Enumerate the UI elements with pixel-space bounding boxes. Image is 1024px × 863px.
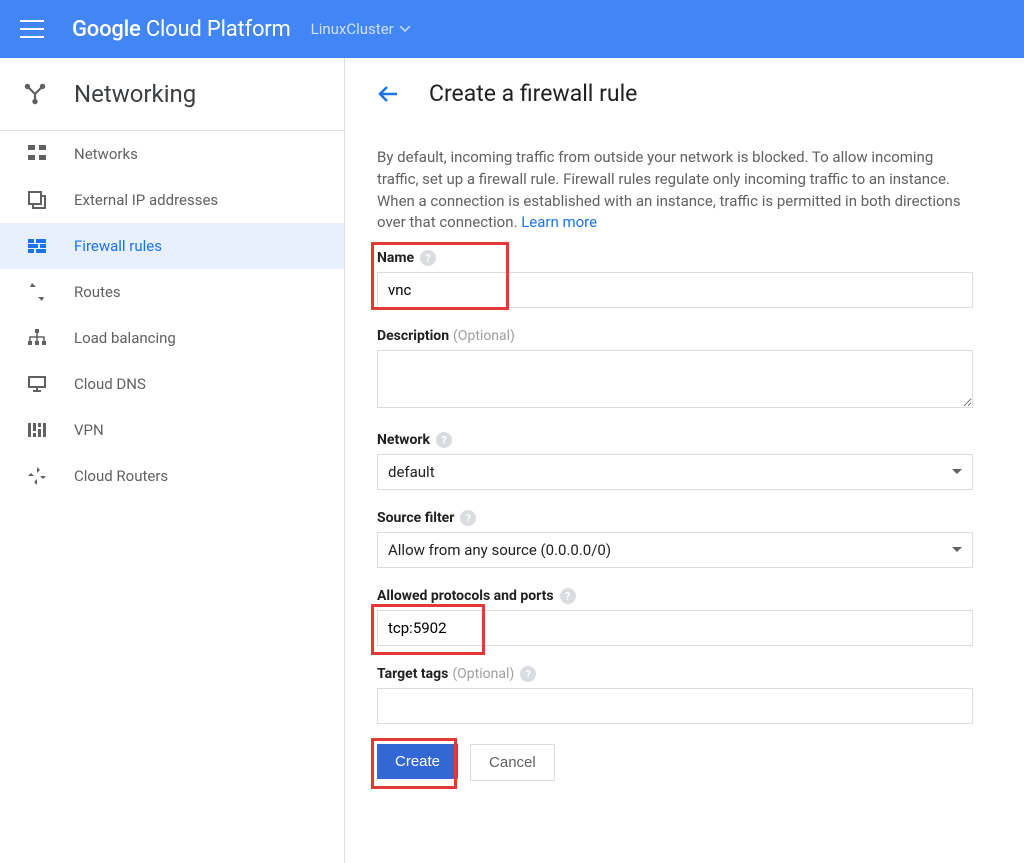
network-select[interactable]: default: [377, 454, 973, 490]
learn-more-link[interactable]: Learn more: [521, 213, 597, 231]
project-name: LinuxCluster: [311, 20, 394, 38]
help-icon[interactable]: ?: [560, 588, 576, 604]
source-filter-select[interactable]: Allow from any source (0.0.0.0/0): [377, 532, 973, 568]
top-app-bar: Google Google Cloud PlatformCloud Platfo…: [0, 0, 1024, 58]
vpn-icon: [22, 423, 52, 437]
sidebar-section-header: Networking: [0, 58, 344, 131]
sidebar-item-routes[interactable]: Routes: [0, 269, 344, 315]
chevron-down-icon: [952, 547, 962, 553]
sidebar-item-label: Cloud Routers: [74, 467, 168, 485]
cancel-button[interactable]: Cancel: [470, 744, 555, 781]
sidebar-item-cloud-routers[interactable]: Cloud Routers: [0, 453, 344, 499]
networks-icon: [22, 145, 52, 163]
help-icon[interactable]: ?: [520, 666, 536, 682]
intro-body: By default, incoming traffic from outsid…: [377, 148, 961, 231]
network-label: Network ?: [377, 432, 973, 448]
networking-icon: [22, 81, 52, 107]
sidebar-item-load-balancing[interactable]: Load balancing: [0, 315, 344, 361]
chevron-down-icon: [400, 26, 410, 32]
sidebar-item-label: Routes: [74, 283, 121, 301]
network-value: default: [388, 463, 435, 481]
cloud-routers-icon: [22, 467, 52, 485]
page-header: Create a firewall rule: [345, 58, 1024, 129]
page-title: Create a firewall rule: [429, 80, 637, 107]
intro-text: By default, incoming traffic from outsid…: [377, 147, 973, 234]
sidebar-item-firewall[interactable]: Firewall rules: [0, 223, 344, 269]
firewall-icon: [22, 239, 52, 253]
product-logo[interactable]: Google Google Cloud PlatformCloud Platfo…: [72, 17, 291, 42]
sidebar-title: Networking: [74, 80, 196, 108]
help-icon[interactable]: ?: [420, 250, 436, 266]
sidebar-item-dns[interactable]: Cloud DNS: [0, 361, 344, 407]
source-filter-label: Source filter ?: [377, 510, 973, 526]
external-ip-icon: [22, 191, 52, 209]
back-arrow-icon[interactable]: [377, 82, 401, 106]
menu-icon[interactable]: [20, 20, 44, 38]
sidebar-item-label: Load balancing: [74, 329, 176, 347]
help-icon[interactable]: ?: [460, 510, 476, 526]
sidebar-item-label: External IP addresses: [74, 191, 218, 209]
tags-input[interactable]: [377, 688, 973, 724]
routes-icon: [22, 283, 52, 301]
sidebar-item-networks[interactable]: Networks: [0, 131, 344, 177]
sidebar-item-label: Cloud DNS: [74, 375, 146, 393]
dns-icon: [22, 375, 52, 393]
create-button[interactable]: Create: [377, 744, 458, 779]
sidebar: Networking Networks External IP addresse…: [0, 58, 345, 863]
sidebar-item-external-ip[interactable]: External IP addresses: [0, 177, 344, 223]
sidebar-item-vpn[interactable]: VPN: [0, 407, 344, 453]
help-icon[interactable]: ?: [436, 432, 452, 448]
project-picker[interactable]: LinuxCluster: [311, 20, 410, 38]
source-filter-value: Allow from any source (0.0.0.0/0): [388, 541, 611, 559]
description-input[interactable]: [377, 350, 973, 408]
description-label: Description (Optional): [377, 328, 973, 344]
load-balancing-icon: [22, 329, 52, 347]
name-label: Name ?: [377, 250, 973, 266]
ports-input[interactable]: [377, 610, 973, 646]
ports-label: Allowed protocols and ports ?: [377, 588, 973, 604]
sidebar-item-label: VPN: [74, 421, 104, 439]
chevron-down-icon: [952, 469, 962, 475]
tags-label: Target tags (Optional) ?: [377, 666, 973, 682]
name-input[interactable]: [377, 272, 973, 308]
sidebar-item-label: Networks: [74, 145, 138, 163]
sidebar-item-label: Firewall rules: [74, 237, 162, 255]
main-content: Create a firewall rule By default, incom…: [345, 58, 1024, 863]
